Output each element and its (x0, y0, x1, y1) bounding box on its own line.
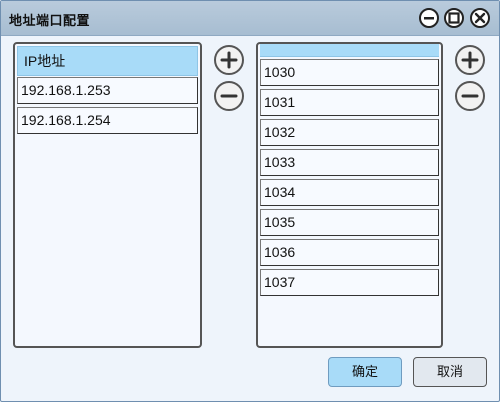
list-item[interactable]: 192.168.1.254 (17, 107, 198, 134)
list-item[interactable]: 1031 (260, 89, 439, 116)
remove-ip-button[interactable] (214, 81, 244, 111)
cancel-button[interactable]: 取消 (413, 357, 487, 387)
list-item[interactable]: 1035 (260, 209, 439, 236)
title-bar[interactable]: 地址端口配置 (1, 1, 499, 36)
remove-port-button[interactable] (455, 81, 485, 111)
ip-list-header: IP地址 (17, 46, 198, 76)
close-icon[interactable] (470, 8, 490, 28)
list-item[interactable]: 1036 (260, 239, 439, 266)
add-ip-button[interactable] (214, 45, 244, 75)
dialog-window: 地址端口配置 IP地址 192.168.1.253 192.168.1.254 … (0, 0, 500, 402)
list-item[interactable]: 1032 (260, 119, 439, 146)
list-item[interactable]: 192.168.1.253 (17, 77, 198, 104)
list-item[interactable]: 1030 (260, 59, 439, 86)
minimize-icon[interactable] (419, 8, 439, 28)
ok-button[interactable]: 确定 (328, 357, 402, 387)
ip-address-list[interactable]: IP地址 192.168.1.253 192.168.1.254 (13, 42, 202, 348)
list-item[interactable]: 1037 (260, 269, 439, 296)
port-list[interactable]: 1030 1031 1032 1033 1034 1035 1036 1037 (256, 42, 443, 348)
window-title: 地址端口配置 (9, 14, 91, 29)
list-item[interactable]: 1034 (260, 179, 439, 206)
add-port-button[interactable] (455, 45, 485, 75)
port-list-header (260, 44, 439, 57)
list-item[interactable]: 1033 (260, 149, 439, 176)
maximize-icon[interactable] (444, 8, 464, 28)
